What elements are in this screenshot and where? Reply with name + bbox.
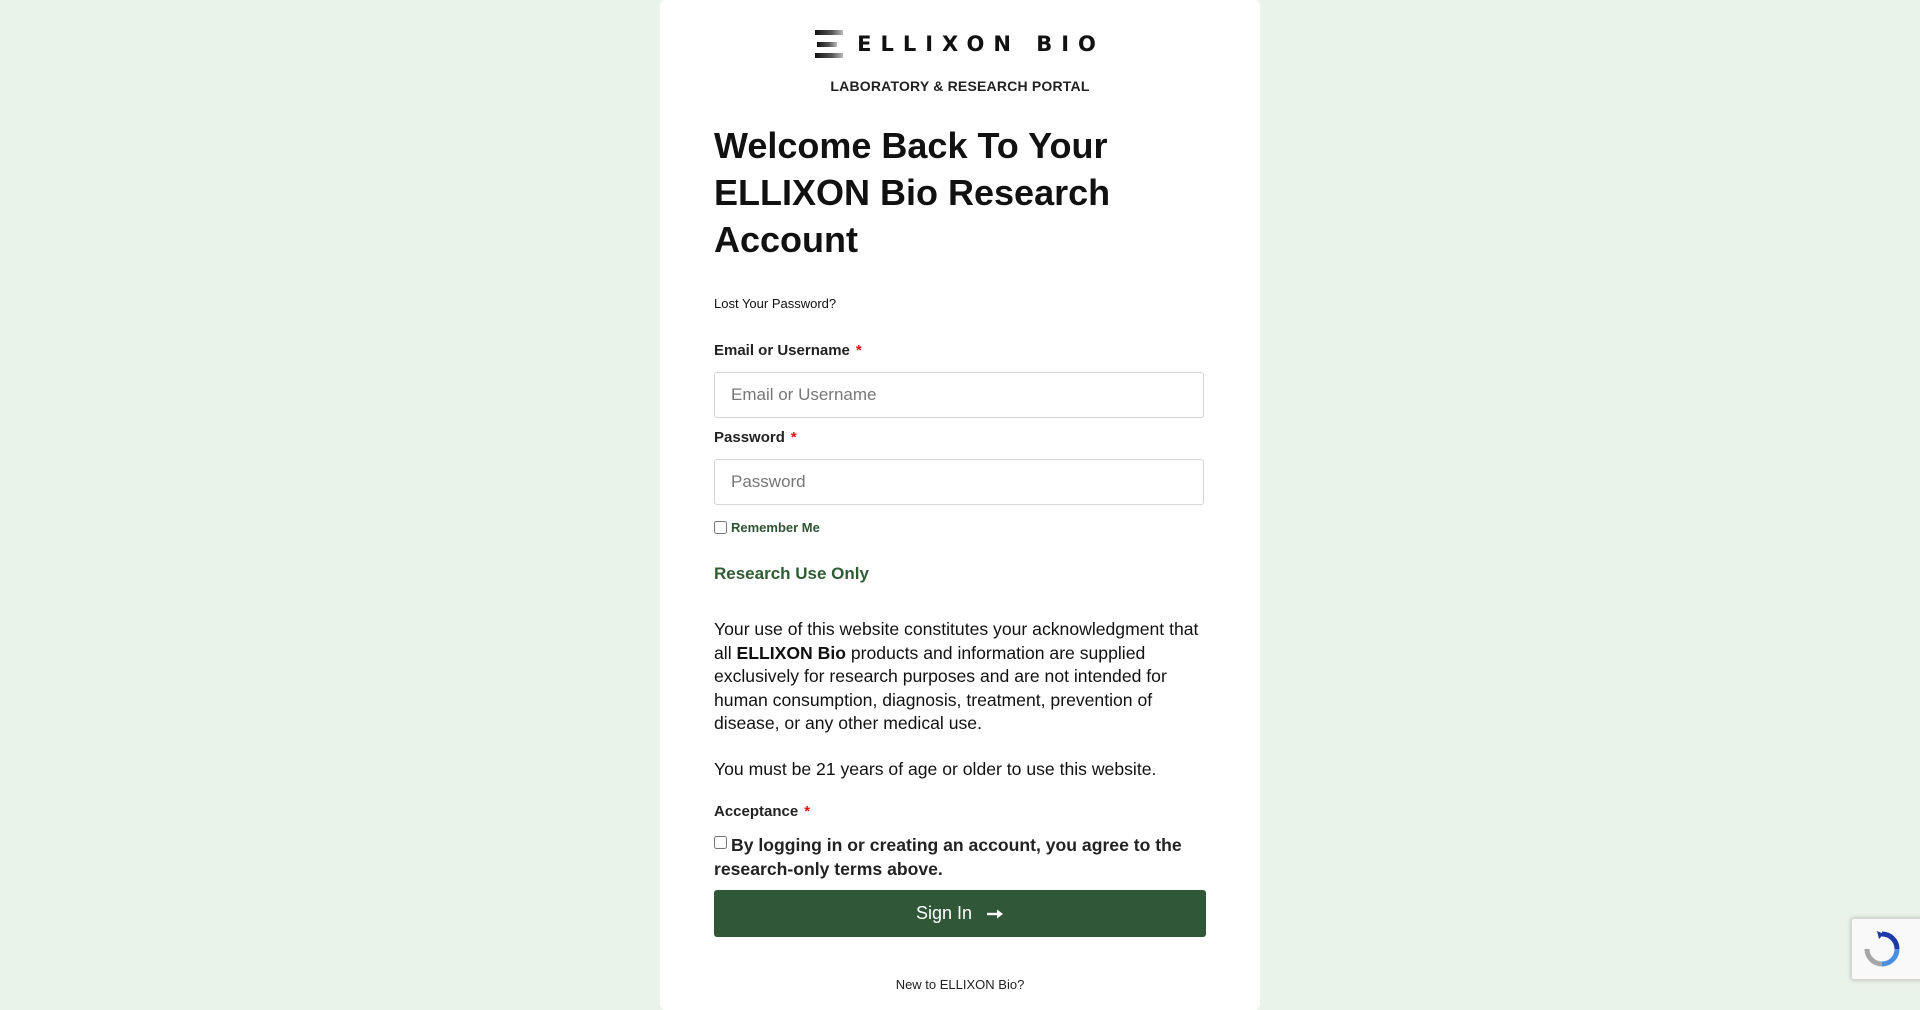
remember-me[interactable]: Remember Me [714,520,1206,535]
acceptance-text: By logging in or creating an account, yo… [714,835,1182,879]
sign-in-label: Sign In [915,903,973,923]
lost-password-link[interactable]: Lost Your Password? [714,296,1206,311]
sign-in-button[interactable]: Sign In [714,890,1206,937]
brand-logo[interactable]: ELLIXON BIO [660,30,1260,58]
remember-me-checkbox[interactable] [714,521,727,534]
acceptance-row[interactable]: By logging in or creating an account, yo… [714,834,1206,881]
required-marker: * [804,803,811,820]
password-input[interactable] [714,459,1204,505]
acceptance-label: Acceptance * [714,803,1206,820]
acceptance-label-text: Acceptance [714,803,799,820]
username-label: Email or Username * [714,342,1206,359]
arrow-right-icon [987,909,1004,918]
age-notice: You must be 21 years of age or older to … [714,759,1157,779]
page-title: Welcome Back To Your ELLIXON Bio Researc… [714,125,1111,260]
acceptance-checkbox[interactable] [714,836,727,849]
required-marker: * [790,429,797,446]
login-card: ELLIXON BIO LABORATORY & RESEARCH PORTAL… [660,0,1260,1010]
logo-mark-icon [815,30,845,58]
new-account-prompt: New to ELLIXON Bio? [895,977,1025,992]
recaptcha-icon [1864,931,1900,967]
password-label: Password * [714,429,1206,446]
username-label-text: Email or Username [714,342,850,359]
research-use-title: Research Use Only [714,564,869,583]
username-input[interactable] [714,372,1204,418]
research-notice-text: Your use of this website constitutes you… [714,618,1206,736]
portal-subtitle: LABORATORY & RESEARCH PORTAL [830,78,1090,94]
recaptcha-badge[interactable] [1851,918,1920,980]
required-marker: * [855,342,862,359]
password-label-text: Password [714,429,785,446]
notice-brand-bold: ELLIXON Bio [736,642,846,663]
logo-text: ELLIXON BIO [857,32,1105,56]
remember-me-label: Remember Me [731,520,820,535]
